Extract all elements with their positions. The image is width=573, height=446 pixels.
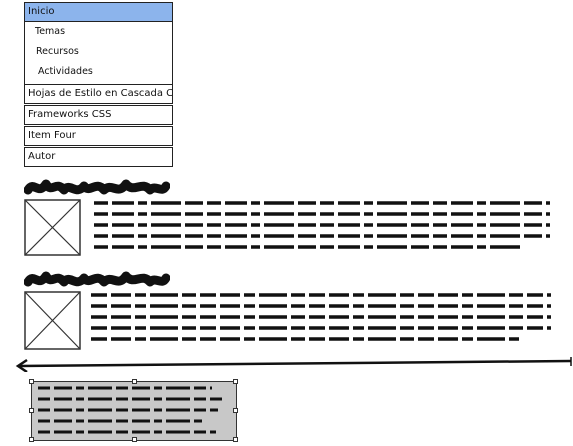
scribbled-paragraph	[91, 293, 551, 341]
submenu-item-recursos[interactable]: Recursos	[36, 46, 79, 57]
resize-handle-se[interactable]	[233, 437, 238, 442]
submenu: Temas Recursos Actividades	[24, 22, 173, 84]
left-arrow-line	[15, 357, 572, 372]
note-scribble	[38, 386, 222, 434]
resize-handle-w[interactable]	[29, 408, 34, 413]
menu-item-four[interactable]: Item Four	[24, 126, 173, 146]
menu-item-hojas-de-estilo[interactable]: Hojas de Estilo en Cascada CSS	[24, 84, 173, 104]
resize-handle-sw[interactable]	[29, 437, 34, 442]
heading-scribble	[24, 179, 170, 195]
menu-item-frameworks[interactable]: Frameworks CSS	[24, 105, 173, 125]
side-menu: Inicio Temas Recursos Actividades Hojas …	[24, 2, 173, 167]
menu-item-inicio[interactable]: Inicio	[24, 2, 173, 22]
heading-scribble	[24, 271, 170, 287]
image-placeholder-icon	[24, 291, 81, 350]
resize-handle-e[interactable]	[233, 408, 238, 413]
scribbled-note[interactable]	[29, 379, 238, 442]
resize-handle-s[interactable]	[132, 437, 137, 442]
resize-handle-n[interactable]	[132, 379, 137, 384]
submenu-item-actividades[interactable]: Actividades	[38, 66, 93, 77]
resize-handle-nw[interactable]	[29, 379, 34, 384]
scribbled-paragraph	[94, 201, 550, 249]
submenu-item-temas[interactable]: Temas	[35, 26, 65, 37]
resize-handle-ne[interactable]	[233, 379, 238, 384]
menu-item-autor[interactable]: Autor	[24, 147, 173, 167]
image-placeholder-icon	[24, 199, 81, 256]
